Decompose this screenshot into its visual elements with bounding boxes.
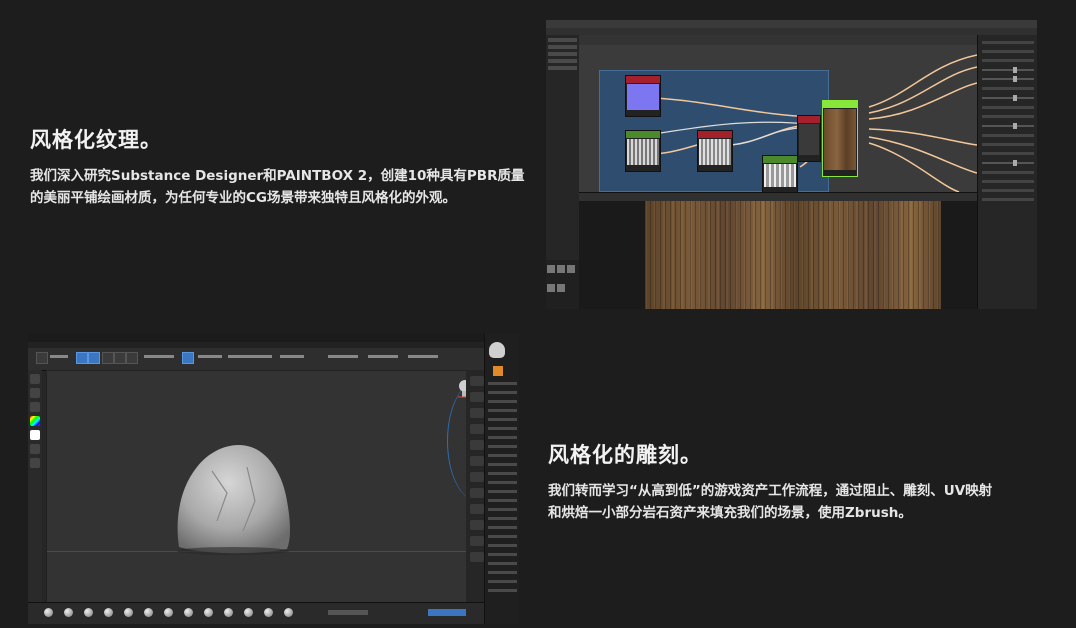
- sd-node-grunge-a[interactable]: [625, 130, 661, 172]
- sd-property-slider[interactable]: [982, 123, 1034, 129]
- zb-brush-button[interactable]: [64, 608, 73, 617]
- zb-brush-button[interactable]: [264, 608, 273, 617]
- zb-left-tray: [28, 370, 42, 624]
- section-desc-stylized-sculpt-line1: 我们转而学习“从高到低”的游戏资产工作流程，通过阻止、雕刻、UV映射: [548, 483, 993, 499]
- zb-tool-thumbnail[interactable]: [489, 342, 505, 358]
- zb-titlebar: [28, 334, 519, 342]
- zb-polymesh-icon[interactable]: [493, 366, 503, 376]
- zb-top-shelf: [28, 348, 484, 371]
- zb-brush-button[interactable]: [84, 608, 93, 617]
- zb-brush-button[interactable]: [204, 608, 213, 617]
- zb-brush-button[interactable]: [144, 608, 153, 617]
- zb-brush-button[interactable]: [244, 608, 253, 617]
- zb-viewport[interactable]: [46, 370, 472, 604]
- sd-node-grunge-c[interactable]: [762, 155, 798, 194]
- zb-color-picker[interactable]: [30, 416, 40, 426]
- section-desc-stylized-sculpt-line2: 和烘焙一小部分岩石资产来填充我们的场景，使用Zbrush。: [548, 505, 912, 521]
- sd-library-panel: [546, 260, 579, 309]
- sd-menubar: [546, 28, 1037, 35]
- zb-brush-button[interactable]: [164, 608, 173, 617]
- sd-node-grunge-b[interactable]: [697, 130, 733, 172]
- zb-active-slider[interactable]: [428, 609, 466, 616]
- sd-properties-panel: [977, 35, 1037, 309]
- sd-wood-texture-tile-left: [645, 201, 793, 309]
- zb-brush-button[interactable]: [284, 608, 293, 617]
- zb-rgb-button[interactable]: [182, 352, 194, 364]
- sd-wood-texture-tile-right: [793, 201, 941, 309]
- sd-property-slider[interactable]: [982, 67, 1034, 73]
- zb-brush-button[interactable]: [124, 608, 133, 617]
- sd-titlebar: [546, 20, 1037, 28]
- sd-property-slider[interactable]: [982, 95, 1034, 101]
- section-desc-stylized-texture-line1: 我们深入研究Substance Designer和PAINTBOX 2，创建10…: [30, 168, 525, 184]
- zb-rock-sculpt: [177, 445, 290, 555]
- sd-property-slider[interactable]: [982, 160, 1034, 166]
- section-title-stylized-texture: 风格化纹理。: [30, 128, 162, 152]
- section-desc-stylized-texture-line2: 的美丽平铺绘画材质，为任何专业的CG场景带来独特且风格化的外观。: [30, 190, 456, 206]
- zb-brush-button[interactable]: [104, 608, 113, 617]
- zb-brush-button[interactable]: [44, 608, 53, 617]
- substance-designer-screenshot: [546, 20, 1037, 309]
- sd-graph-toolbar: [579, 35, 977, 45]
- sd-node-uniform-color[interactable]: [625, 75, 661, 117]
- sd-2d-view: [579, 201, 977, 309]
- section-title-stylized-sculpt: 风格化的雕刻。: [548, 443, 702, 467]
- sd-node-blend-small[interactable]: [797, 115, 821, 162]
- zb-draw-button[interactable]: [76, 352, 88, 364]
- sd-node-graph: [579, 45, 977, 194]
- zb-right-tray: [484, 334, 519, 624]
- sd-node-output-wood[interactable]: [822, 100, 858, 177]
- zbrush-screenshot: [28, 334, 519, 624]
- sd-property-slider[interactable]: [982, 76, 1034, 82]
- zb-brush-button[interactable]: [184, 608, 193, 617]
- zb-bottom-shelf: [28, 602, 484, 624]
- zb-move-button[interactable]: [88, 352, 100, 364]
- zb-brush-button[interactable]: [224, 608, 233, 617]
